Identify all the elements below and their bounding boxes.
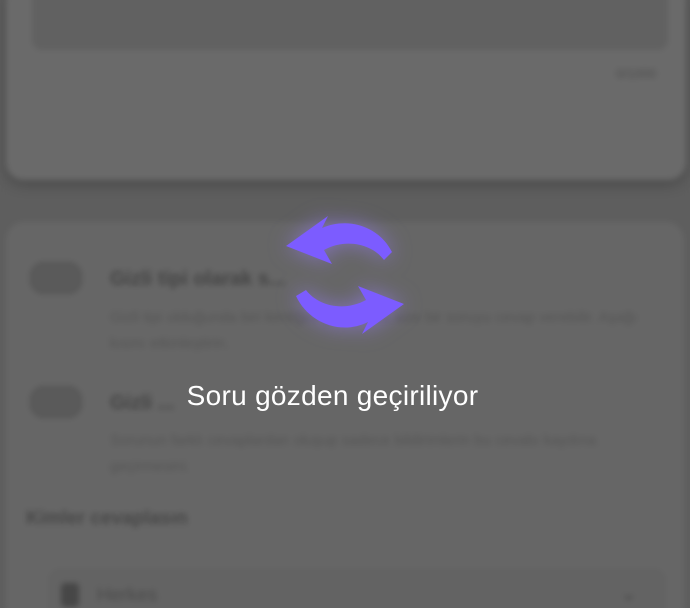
loading-overlay: Soru gözden geçiriliyor [0,0,690,608]
screen: 0/1000 Gizli tipi olarak s... Gizli tipi… [0,0,690,608]
refresh-icon [286,216,404,334]
loading-message: Soru gözden geçiriliyor [186,380,479,411]
